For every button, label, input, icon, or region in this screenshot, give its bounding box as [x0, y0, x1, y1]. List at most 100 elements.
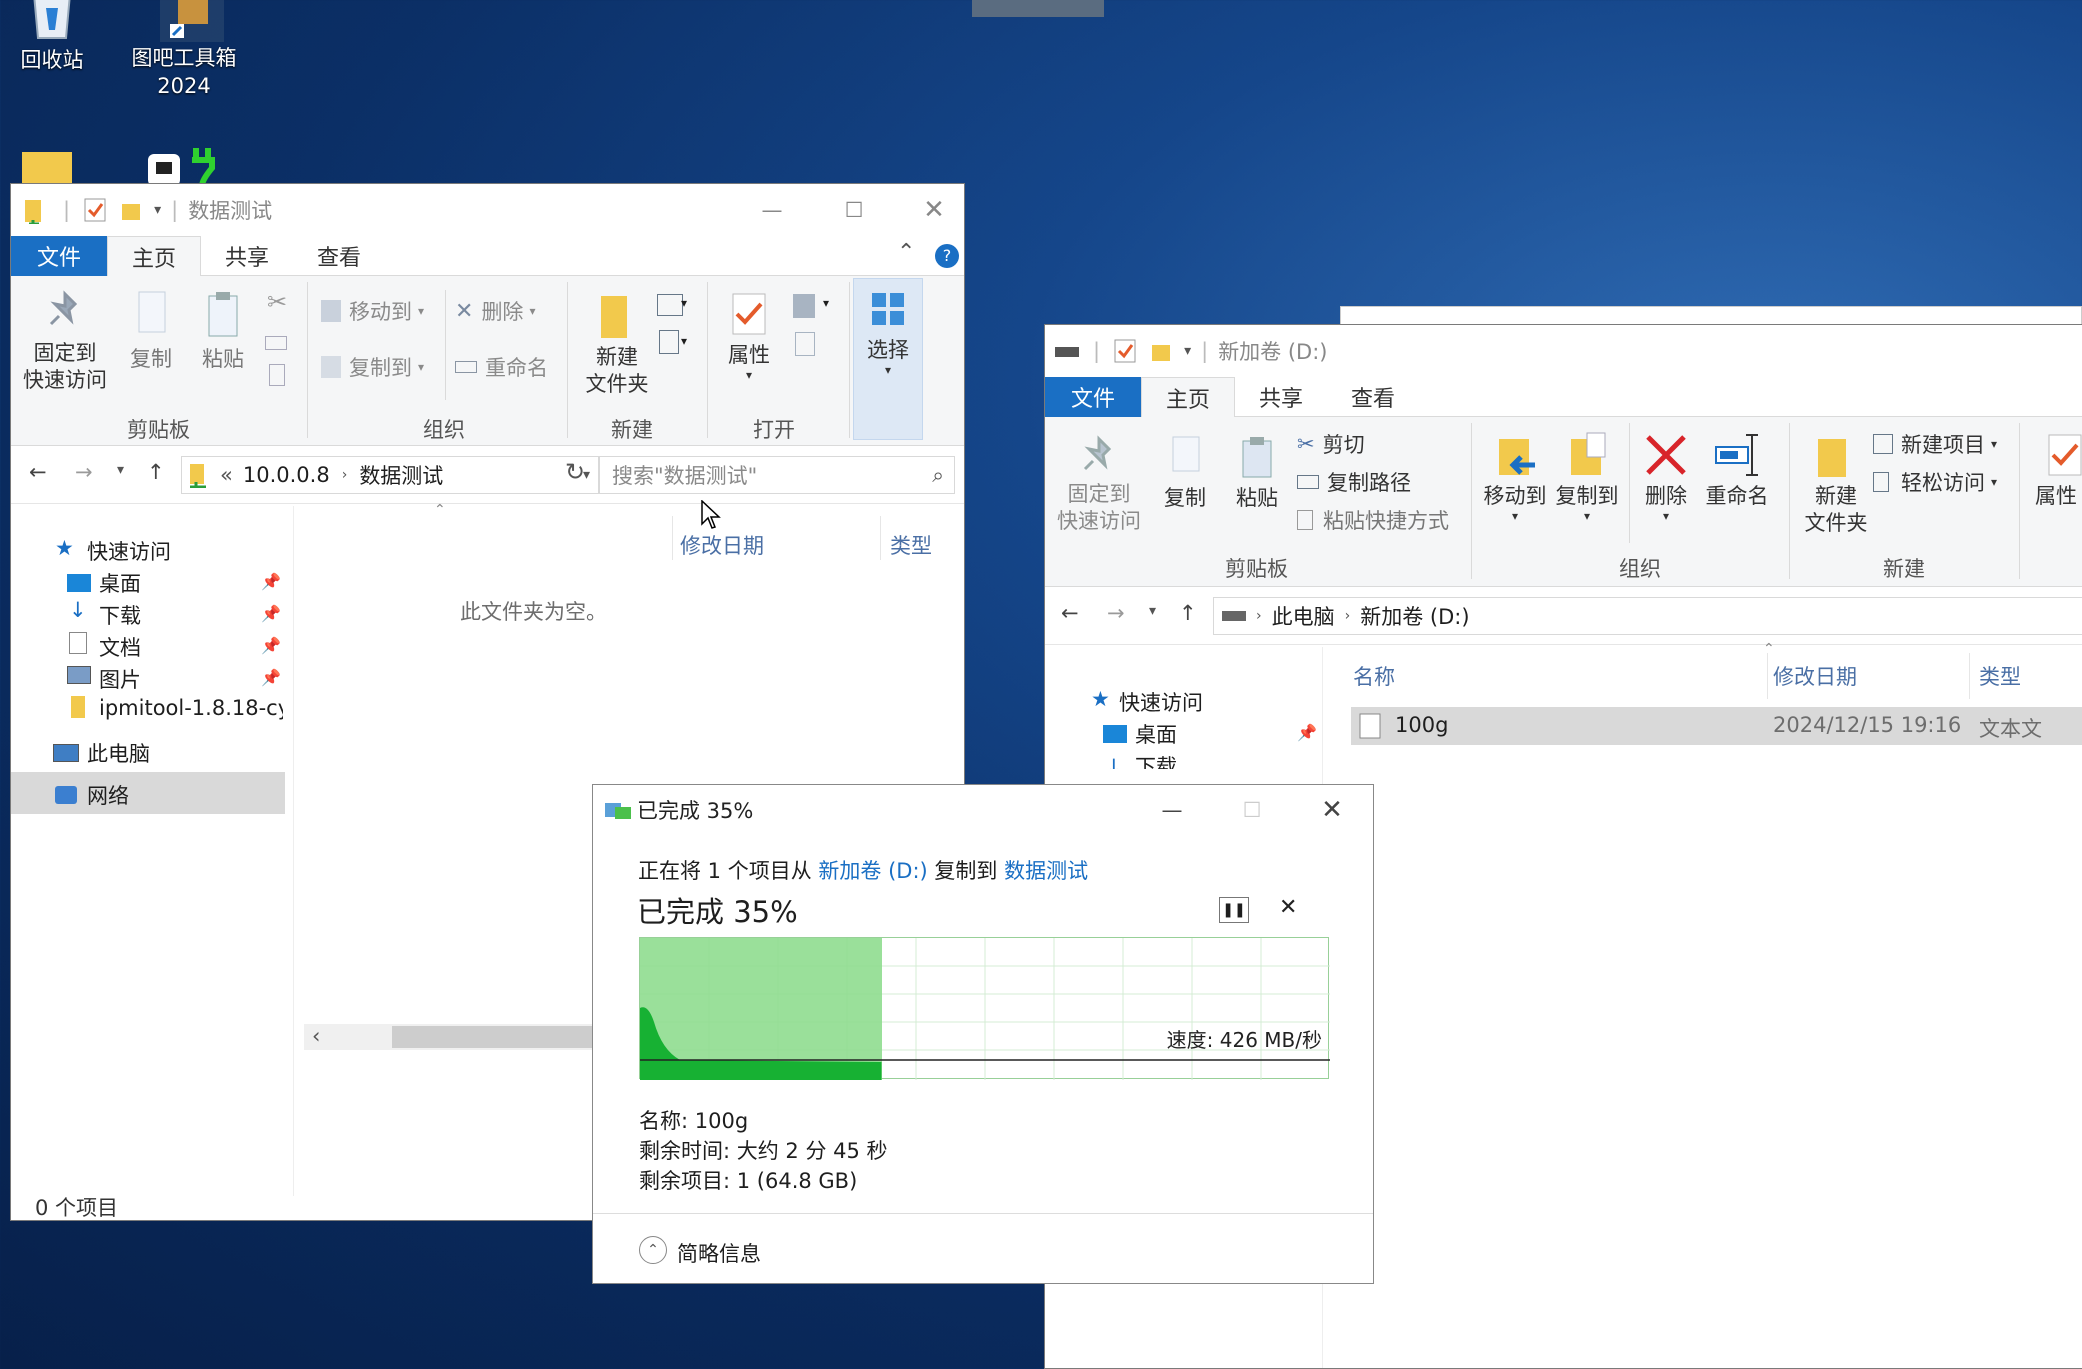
minimize-button[interactable]: —: [731, 184, 813, 236]
copy-path-icon[interactable]: [265, 336, 287, 350]
forward-arrow-icon[interactable]: →: [75, 460, 93, 484]
paste-button[interactable]: 粘贴: [1227, 435, 1287, 512]
rename-button[interactable]: 重命名: [455, 352, 548, 382]
scroll-left-icon[interactable]: ‹: [312, 1024, 320, 1048]
scroll-thumb[interactable]: [392, 1026, 624, 1048]
delete-button[interactable]: 删除 ▾: [1635, 431, 1697, 522]
up-arrow-icon[interactable]: ↑: [147, 460, 165, 484]
column-date[interactable]: 修改日期: [680, 530, 764, 560]
properties-button[interactable]: 属性 ▾: [715, 290, 783, 381]
desktop-tool-icon[interactable]: 图吧工具箱 2024: [114, 0, 254, 100]
nav-item-downloads[interactable]: 下载: [1135, 751, 1177, 769]
nav-network[interactable]: 网络: [87, 780, 129, 810]
column-type[interactable]: 类型: [1979, 661, 2021, 691]
new-folder-button[interactable]: 新建 文件夹: [573, 290, 661, 398]
breadcrumb-drive-d[interactable]: 新加卷 (D:): [1360, 601, 1469, 631]
refresh-icon[interactable]: ↻: [565, 458, 585, 486]
cut-button[interactable]: ✂ 剪切: [1297, 429, 1365, 459]
nav-item-ipmitool[interactable]: ipmitool-1.8.18-cy: [99, 696, 283, 720]
pin-quick-access-button[interactable]: 固定到 快速访问: [19, 290, 111, 394]
pin-quick-access-button[interactable]: 固定到 快速访问: [1053, 435, 1145, 535]
move-to-button[interactable]: 移动到 ▾: [1479, 431, 1551, 522]
new-folder-button[interactable]: 新建 文件夹: [1795, 431, 1877, 537]
tab-view[interactable]: 查看: [293, 236, 385, 276]
breadcrumb-host[interactable]: 10.0.0.8: [243, 463, 330, 487]
cancel-copy-icon[interactable]: ✕: [1279, 895, 1297, 920]
new-item-button[interactable]: 新建项目 ▾: [1873, 429, 1997, 459]
nav-item-downloads[interactable]: 下载: [99, 600, 141, 630]
tab-home[interactable]: 主页: [1141, 377, 1236, 418]
nav-item-desktop[interactable]: 桌面: [99, 568, 141, 598]
properties-qat-icon[interactable]: [84, 198, 106, 222]
source-link[interactable]: 新加卷 (D:): [818, 859, 927, 883]
breadcrumb-this-pc[interactable]: 此电脑: [1272, 601, 1335, 631]
address-bar[interactable]: « 10.0.0.8 › 数据测试 ▾: [181, 456, 599, 494]
desktop-folder-icon[interactable]: [22, 152, 72, 186]
forward-arrow-icon[interactable]: →: [1107, 601, 1125, 625]
easy-access-button[interactable]: 轻松访问 ▾: [1873, 467, 1997, 497]
horizontal-scrollbar[interactable]: ‹: [304, 1024, 624, 1050]
delete-button[interactable]: ✕ 删除 ▾: [455, 296, 535, 326]
collapse-ribbon-icon[interactable]: ⌃: [897, 240, 915, 265]
nav-item-pictures[interactable]: 图片: [99, 664, 141, 694]
new-folder-qat-icon[interactable]: [120, 198, 142, 222]
copy-button[interactable]: 复制: [1155, 435, 1215, 512]
column-type[interactable]: 类型: [890, 530, 932, 560]
rename-button[interactable]: 重命名: [1701, 431, 1773, 510]
paste-shortcut-button[interactable]: 粘贴快捷方式: [1297, 505, 1449, 535]
collapse-details-icon[interactable]: ⌃: [639, 1236, 667, 1264]
search-box[interactable]: 搜索"数据测试" ⌕: [599, 456, 955, 494]
copy-to-button[interactable]: 复制到 ▾: [1551, 431, 1623, 522]
tab-file[interactable]: 文件: [11, 236, 108, 276]
recent-dropdown-icon[interactable]: ▾: [117, 462, 124, 478]
back-arrow-icon[interactable]: ←: [29, 460, 47, 484]
properties-qat-icon[interactable]: [1114, 339, 1136, 363]
nav-this-pc[interactable]: 此电脑: [87, 738, 150, 768]
close-button[interactable]: ✕: [893, 184, 964, 236]
edit-icon[interactable]: [795, 332, 815, 356]
address-bar[interactable]: › 此电脑 › 新加卷 (D:): [1213, 597, 2082, 635]
tab-view[interactable]: 查看: [1327, 377, 1419, 417]
paste-shortcut-icon[interactable]: [269, 364, 285, 386]
maximize-button[interactable]: ☐: [813, 184, 895, 236]
qat-dropdown-icon[interactable]: ▾: [154, 202, 161, 218]
new-folder-qat-icon[interactable]: [1150, 339, 1172, 363]
nav-item-desktop[interactable]: 桌面: [1135, 719, 1177, 749]
help-icon[interactable]: ?: [935, 244, 959, 268]
desktop-recycle-bin[interactable]: 回收站: [0, 0, 122, 74]
tab-home[interactable]: 主页: [107, 236, 202, 277]
destination-link[interactable]: 数据测试: [1004, 859, 1088, 883]
recent-dropdown-icon[interactable]: ▾: [1149, 603, 1156, 619]
scissors-icon[interactable]: ✂: [267, 288, 287, 316]
column-name[interactable]: 名称: [1353, 661, 1395, 691]
breadcrumb-overflow[interactable]: «: [220, 463, 233, 487]
less-info-button[interactable]: 简略信息: [677, 1238, 761, 1268]
nav-network-row[interactable]: [11, 772, 285, 814]
nav-quick-access[interactable]: 快速访问: [1119, 687, 1203, 717]
pause-button[interactable]: ❚❚: [1219, 897, 1249, 923]
back-arrow-icon[interactable]: ←: [1061, 601, 1079, 625]
select-button[interactable]: 选择 ▾: [853, 278, 923, 440]
file-row[interactable]: 100g 2024/12/15 19:16 文本文: [1351, 707, 2082, 745]
paste-button[interactable]: 粘贴: [193, 290, 253, 373]
minimize-button[interactable]: —: [1131, 785, 1213, 835]
tab-share[interactable]: 共享: [1235, 377, 1327, 417]
new-item-icon[interactable]: [657, 294, 683, 316]
nav-quick-access[interactable]: 快速访问: [87, 536, 171, 566]
up-arrow-icon[interactable]: ↑: [1179, 601, 1197, 625]
move-to-button[interactable]: 移动到 ▾: [321, 296, 424, 326]
qat-dropdown-icon[interactable]: ▾: [1184, 343, 1191, 359]
properties-button[interactable]: 属性: [2035, 431, 2082, 510]
copy-path-button[interactable]: 复制路径: [1297, 467, 1411, 497]
maximize-button[interactable]: ☐: [1211, 785, 1293, 835]
copy-to-button[interactable]: 复制到 ▾: [321, 352, 424, 382]
tab-file[interactable]: 文件: [1045, 377, 1142, 417]
close-button[interactable]: ✕: [1291, 785, 1373, 835]
copy-button[interactable]: 复制: [121, 290, 181, 373]
easy-access-icon[interactable]: [659, 330, 679, 354]
nav-item-documents[interactable]: 文档: [99, 632, 141, 662]
tab-share[interactable]: 共享: [201, 236, 293, 276]
column-date[interactable]: 修改日期: [1773, 661, 1857, 691]
desktop-battery-plug-icon[interactable]: [144, 146, 224, 186]
breadcrumb-folder[interactable]: 数据测试: [359, 460, 443, 490]
